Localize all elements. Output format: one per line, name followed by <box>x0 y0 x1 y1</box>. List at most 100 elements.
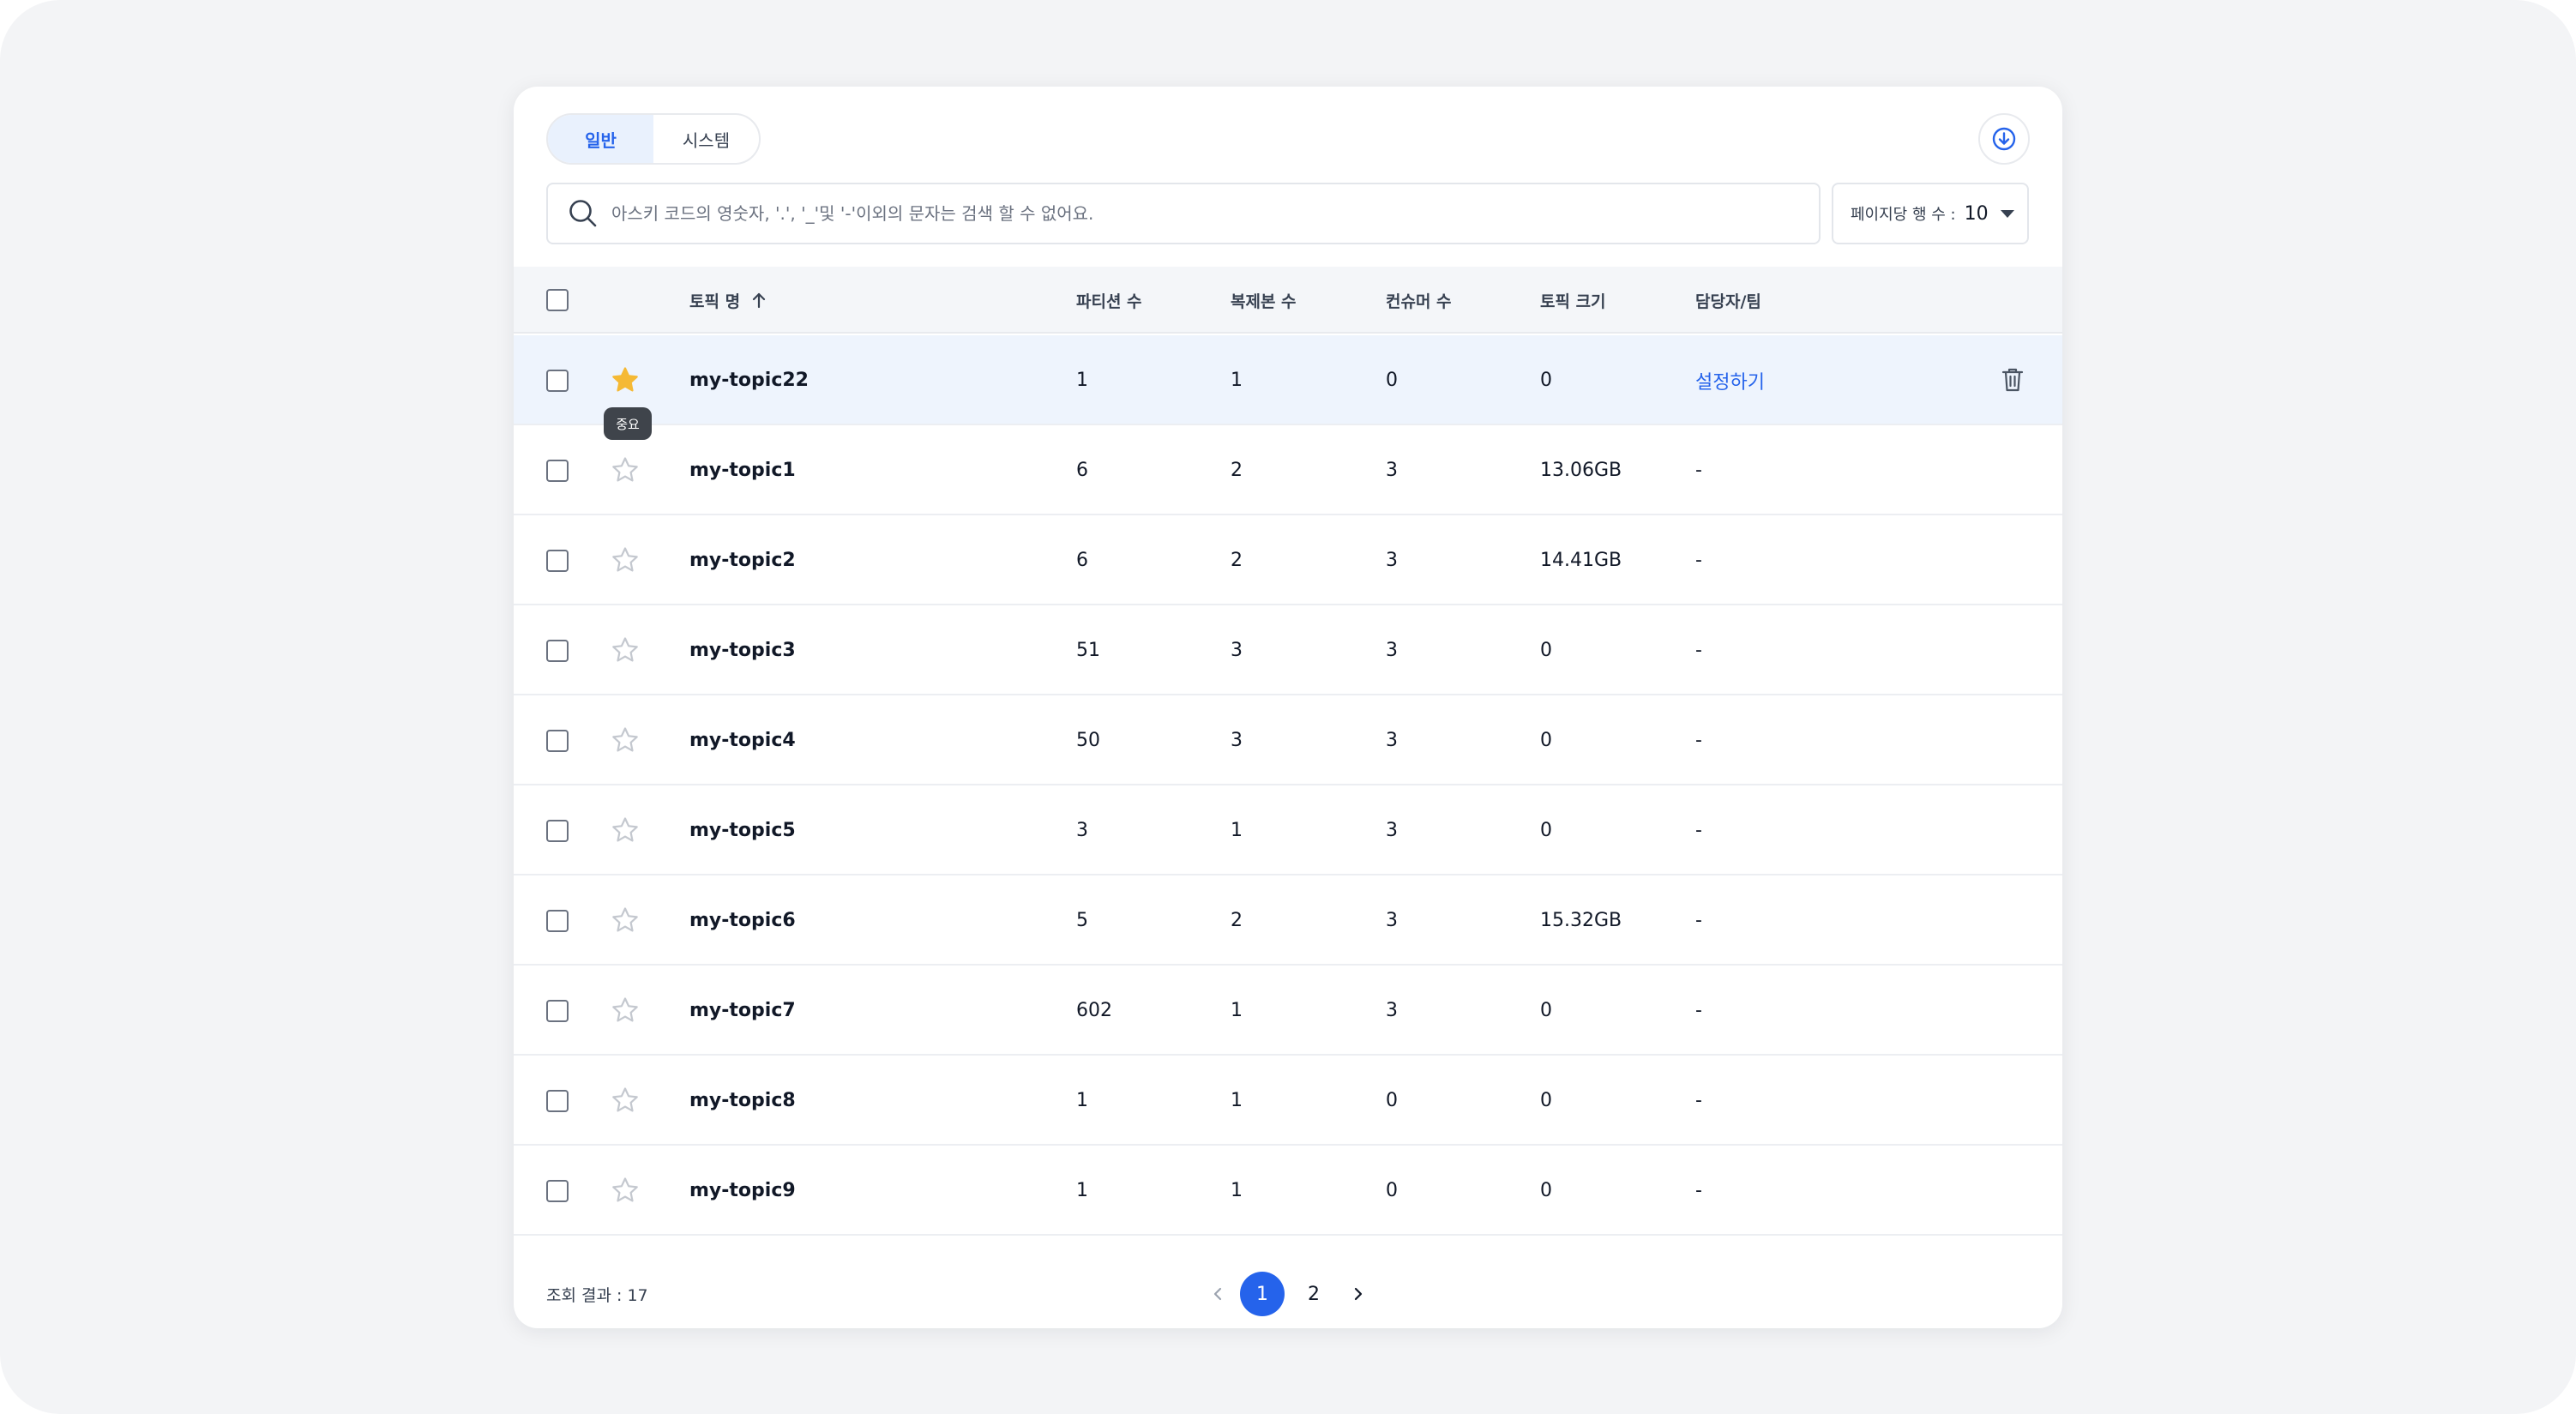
partitions-cell: 6 <box>1076 425 1088 515</box>
topic-size-cell: 0 <box>1540 605 1552 695</box>
star-icon[interactable] <box>611 1086 640 1115</box>
star-icon[interactable] <box>611 545 640 575</box>
owner-cell: - <box>1695 966 1702 1056</box>
search-input[interactable] <box>611 203 1819 224</box>
topic-name-cell: my-topic8 <box>689 1056 796 1146</box>
trash-icon[interactable] <box>2000 366 2025 394</box>
table-row[interactable]: my-topic1 6 2 3 13.06GB - <box>514 425 2062 515</box>
column-header-topic-name[interactable]: 토픽 명 <box>689 267 769 334</box>
row-checkbox[interactable] <box>546 910 569 932</box>
next-page-button[interactable] <box>1336 1272 1381 1316</box>
topic-size-cell: 14.41GB <box>1540 515 1622 605</box>
download-circle-icon <box>1992 127 2016 151</box>
topic-size-cell-text: 0 <box>1540 1000 1552 1021</box>
replicas-cell: 2 <box>1231 515 1243 605</box>
replicas-cell-text: 3 <box>1231 730 1243 751</box>
tab-system[interactable]: 시스템 <box>653 115 759 163</box>
page-1-button[interactable]: 1 <box>1240 1272 1285 1316</box>
table-row[interactable]: my-topic8 1 1 0 0 - <box>514 1056 2062 1146</box>
row-checkbox[interactable] <box>546 730 569 752</box>
owner-cell: - <box>1695 605 1702 695</box>
chevron-right-icon <box>1354 1287 1363 1301</box>
consumers-cell: 0 <box>1386 1056 1398 1146</box>
table-row[interactable]: my-topic3 51 3 3 0 - <box>514 605 2062 695</box>
table-row[interactable]: my-topic5 3 1 3 0 - <box>514 785 2062 875</box>
replicas-cell-text: 2 <box>1231 460 1243 481</box>
row-checkbox[interactable] <box>546 1090 569 1112</box>
topic-name-cell-text: my-topic22 <box>689 370 809 391</box>
partitions-cell-text: 51 <box>1076 640 1100 661</box>
row-checkbox[interactable] <box>546 640 569 662</box>
star-icon[interactable] <box>611 455 640 484</box>
set-owner-link[interactable]: 설정하기 <box>1695 367 1765 394</box>
star-icon[interactable] <box>611 815 640 845</box>
rows-per-page-value: 10 <box>1964 202 1989 225</box>
owner-cell: - <box>1695 875 1702 966</box>
row-checkbox[interactable] <box>546 460 569 482</box>
topic-list-card: 일반 시스템 페이지당 행 수 : 10 <box>514 87 2062 1328</box>
table-row[interactable]: my-topic6 5 2 3 15.32GB - <box>514 875 2062 966</box>
download-button[interactable] <box>1978 113 2030 165</box>
row-checkbox[interactable] <box>546 370 569 392</box>
search-box[interactable] <box>546 183 1821 244</box>
topic-size-cell: 0 <box>1540 695 1552 785</box>
owner-cell-text: - <box>1695 1000 1702 1021</box>
partitions-cell-text: 1 <box>1076 1180 1088 1201</box>
topic-name-cell-text: my-topic8 <box>689 1090 796 1111</box>
replicas-cell: 1 <box>1231 1146 1243 1236</box>
select-all-checkbox[interactable] <box>546 289 569 311</box>
table-header: 토픽 명 파티션 수 복제본 수 컨슈머 수 토픽 크기 담당자/팀 <box>514 267 2062 334</box>
star-icon[interactable] <box>611 1176 640 1205</box>
column-header-replicas: 복제본 수 <box>1231 292 1297 311</box>
partitions-cell: 51 <box>1076 605 1100 695</box>
star-icon[interactable] <box>611 996 640 1025</box>
topic-size-cell: 0 <box>1540 785 1552 875</box>
owner-cell: - <box>1695 515 1702 605</box>
table-row[interactable]: my-topic9 1 1 0 0 - <box>514 1146 2062 1236</box>
partitions-cell-text: 1 <box>1076 370 1088 391</box>
row-checkbox[interactable] <box>546 550 569 572</box>
partitions-cell: 1 <box>1076 335 1088 425</box>
rows-per-page-select[interactable]: 페이지당 행 수 : 10 <box>1832 183 2029 244</box>
row-checkbox[interactable] <box>546 1180 569 1202</box>
replicas-cell: 3 <box>1231 605 1243 695</box>
star-icon[interactable] <box>611 725 640 755</box>
topic-name-cell: my-topic22 <box>689 335 809 425</box>
replicas-cell: 1 <box>1231 335 1243 425</box>
replicas-cell: 1 <box>1231 1056 1243 1146</box>
topic-size-cell-text: 0 <box>1540 730 1552 751</box>
partitions-cell-text: 6 <box>1076 550 1088 571</box>
topic-size-cell: 0 <box>1540 1146 1552 1236</box>
consumers-cell-text: 3 <box>1386 550 1398 571</box>
owner-cell-text: - <box>1695 910 1702 931</box>
table-row[interactable]: my-topic7 602 1 3 0 - <box>514 966 2062 1056</box>
topic-size-cell: 0 <box>1540 966 1552 1056</box>
topic-name-cell: my-topic6 <box>689 875 796 966</box>
partitions-cell: 3 <box>1076 785 1088 875</box>
table-row[interactable]: my-topic22 1 1 0 0 설정하기 <box>514 335 2062 425</box>
replicas-cell-text: 1 <box>1231 1180 1243 1201</box>
replicas-cell: 2 <box>1231 875 1243 966</box>
rows-per-page-label: 페이지당 행 수 : <box>1851 206 1956 224</box>
star-icon[interactable] <box>611 365 640 394</box>
star-icon[interactable] <box>611 906 640 935</box>
owner-cell-text: - <box>1695 640 1702 661</box>
owner-cell: - <box>1695 785 1702 875</box>
pagination: 1 2 <box>1189 1272 1387 1316</box>
star-icon[interactable] <box>611 635 640 665</box>
page-2-button[interactable]: 2 <box>1291 1272 1336 1316</box>
owner-cell[interactable]: 설정하기 <box>1695 335 1765 425</box>
prev-page-button[interactable] <box>1195 1272 1240 1316</box>
consumers-cell-text: 3 <box>1386 820 1398 841</box>
owner-cell: - <box>1695 1146 1702 1236</box>
row-checkbox[interactable] <box>546 820 569 842</box>
tab-general[interactable]: 일반 <box>548 115 653 163</box>
table-row[interactable]: my-topic4 50 3 3 0 - <box>514 695 2062 785</box>
owner-cell-text: - <box>1695 460 1702 481</box>
table-row[interactable]: my-topic2 6 2 3 14.41GB - <box>514 515 2062 605</box>
topic-size-cell: 0 <box>1540 1056 1552 1146</box>
consumers-cell: 3 <box>1386 605 1398 695</box>
replicas-cell-text: 2 <box>1231 910 1243 931</box>
topic-name-cell-text: my-topic3 <box>689 640 796 661</box>
row-checkbox[interactable] <box>546 1000 569 1022</box>
